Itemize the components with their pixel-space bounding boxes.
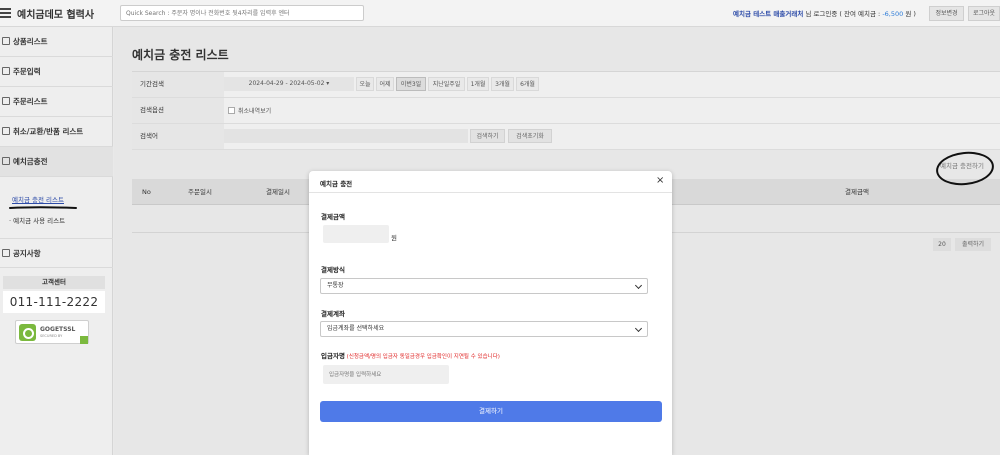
payment-account-select[interactable]: 입금계좌를 선택하세요 <box>320 321 648 337</box>
print-button[interactable]: 출력하기 <box>955 238 991 251</box>
column-payment-date: 결제일시 <box>266 188 290 196</box>
currency-unit: 원 <box>391 234 397 242</box>
info-edit-button[interactable]: 정보변경 <box>929 6 964 21</box>
range-6month-button[interactable]: 6개월 <box>516 77 539 91</box>
column-payment-amount: 결제금액 <box>845 188 869 196</box>
payment-account-label: 결제계좌 <box>321 310 345 318</box>
chevron-down-icon <box>634 281 643 290</box>
cancel-history-checkbox[interactable] <box>228 107 235 114</box>
page-size-select[interactable]: 20 <box>933 238 951 251</box>
sidebar-sub-deposit-charge-list[interactable]: 예치금 충전 리스트 <box>12 194 64 204</box>
sidebar-item-deposit[interactable]: 예치금충전 <box>0 147 113 177</box>
close-icon[interactable]: × <box>656 176 664 186</box>
list-icon <box>2 37 10 45</box>
filter-row-keyword: 검색어 검색하기 검색초기화 <box>132 124 1000 150</box>
sidebar-item-label: 주문리스트 <box>13 97 48 106</box>
balance-suffix: 원 ) <box>903 10 916 18</box>
document-icon <box>2 97 10 105</box>
sidebar-item-label: 예치금충전 <box>13 157 48 166</box>
range-1month-button[interactable]: 1개월 <box>467 77 489 91</box>
range-week-button[interactable]: 지난일주일 <box>428 77 465 91</box>
customer-center-title: 고객센터 <box>3 276 105 289</box>
depositor-note: (신청금액/명의 입금자 동일금경우 입금확인이 지연될 수 있습니다) <box>344 354 500 360</box>
ssl-shield-icon <box>19 324 36 341</box>
sidebar-item-returns[interactable]: 취소/교환/반품 리스트 <box>0 117 113 147</box>
chevron-down-icon <box>634 324 643 333</box>
range-3days-button[interactable]: 이번3일 <box>396 77 426 91</box>
sidebar-item-label: 취소/교환/반품 리스트 <box>13 127 84 136</box>
payment-method-label: 결제방식 <box>321 266 345 274</box>
range-3month-button[interactable]: 3개월 <box>491 77 514 91</box>
cancel-history-label: 취소내역보기 <box>238 108 272 115</box>
sidebar-item-products[interactable]: 상품리스트 <box>0 27 113 57</box>
date-range-picker[interactable]: 2024-04-29 - 2024-05-02 ▾ <box>224 77 354 91</box>
range-today-button[interactable]: 오늘 <box>356 77 374 91</box>
deposit-icon <box>2 157 10 165</box>
reset-search-button[interactable]: 검색초기화 <box>508 129 552 143</box>
sidebar: 상품리스트 주문입력 주문리스트 취소/교환/반품 리스트 예치금충전 예치금 … <box>0 27 113 455</box>
keyword-label: 검색어 <box>132 124 224 149</box>
quick-search-input[interactable] <box>120 5 364 21</box>
column-order-date: 주문일시 <box>188 188 212 196</box>
column-no: No <box>142 188 151 196</box>
depositor-input[interactable] <box>323 365 449 384</box>
logout-button[interactable]: 로그아웃 <box>968 6 1000 21</box>
underline-annotation <box>9 206 77 209</box>
filter-row-options: 검색옵션 취소내역보기 <box>132 98 1000 124</box>
customer-center-phone: 011-111-2222 <box>3 291 105 313</box>
payment-method-value: 무통장 <box>327 282 344 289</box>
login-text: 님 로그인중 ( 잔여 예치금 : <box>803 10 883 18</box>
user-info: 예치금 테스트 매출거래처 님 로그인중 ( 잔여 예치금 : -6,500 원… <box>733 8 916 18</box>
modal-header: 예치금 충전 × <box>309 171 672 193</box>
sidebar-item-label: 주문입력 <box>13 67 41 76</box>
edit-icon <box>2 67 10 75</box>
keyword-input[interactable] <box>224 129 468 143</box>
ssl-badge: GOGETSSL SECURED BY <box>15 320 89 344</box>
amount-label: 결제금액 <box>321 213 345 221</box>
search-filter-panel: 기간검색 2024-04-29 - 2024-05-02 ▾ 오늘 어제 이번3… <box>132 71 1000 150</box>
sidebar-item-order-list[interactable]: 주문리스트 <box>0 87 113 117</box>
filter-row-period: 기간검색 2024-04-29 - 2024-05-02 ▾ 오늘 어제 이번3… <box>132 72 1000 98</box>
hamburger-menu-icon[interactable] <box>0 8 11 18</box>
brand-title: 예치금데모 협력사 <box>17 10 95 21</box>
return-icon <box>2 127 10 135</box>
search-button[interactable]: 검색하기 <box>470 129 505 143</box>
depositor-label: 입금자명 <box>321 352 345 360</box>
range-yesterday-button[interactable]: 어제 <box>376 77 394 91</box>
check-icon <box>80 336 88 344</box>
amount-input[interactable] <box>323 225 389 243</box>
sidebar-item-notice[interactable]: 공지사항 <box>0 238 113 268</box>
balance-amount: -6,500 <box>882 10 904 18</box>
top-bar: 예치금데모 협력사 예치금 테스트 매출거래처 님 로그인중 ( 잔여 예치금 … <box>0 0 1000 27</box>
period-label: 기간검색 <box>132 72 224 97</box>
pay-button[interactable]: 결제하기 <box>320 401 662 422</box>
sidebar-item-label: 상품리스트 <box>13 37 48 46</box>
user-name: 예치금 테스트 매출거래처 <box>733 10 804 18</box>
deposit-charge-modal: 예치금 충전 × 결제금액 원 결제방식 무통장 결제계좌 입금계좌를 선택하세… <box>309 171 672 455</box>
payment-account-value: 입금계좌를 선택하세요 <box>327 325 385 332</box>
sidebar-sub-deposit-usage-list[interactable]: · 예치금 사용 리스트 <box>9 215 65 225</box>
page-title: 예치금 충전 리스트 <box>132 48 229 62</box>
options-label: 검색옵션 <box>132 98 224 123</box>
payment-method-select[interactable]: 무통장 <box>320 278 648 294</box>
notice-icon <box>2 249 10 257</box>
modal-title: 예치금 충전 <box>320 180 353 188</box>
ssl-brand: GOGETSSL <box>40 326 76 333</box>
ssl-subtitle: SECURED BY <box>40 334 63 338</box>
sidebar-item-label: 공지사항 <box>13 249 41 258</box>
sidebar-item-order-input[interactable]: 주문입력 <box>0 57 113 87</box>
depositor-label-row: 입금자명 (신청금액/명의 입금자 동일금경우 입금확인이 지연될 수 있습니다… <box>321 350 500 360</box>
